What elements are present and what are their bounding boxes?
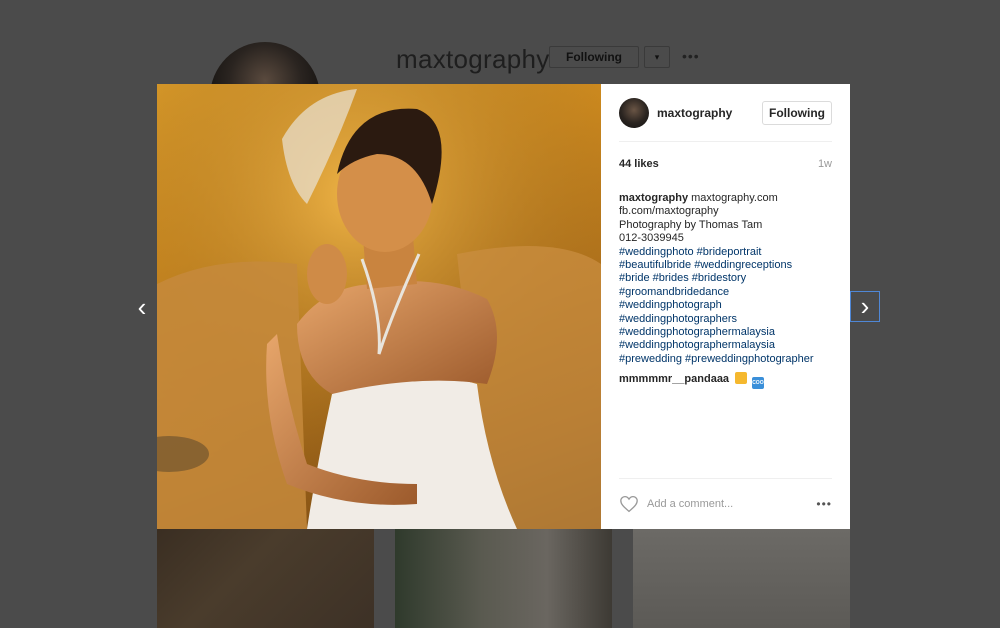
next-post-chevron-icon[interactable]: › [850, 291, 880, 322]
post-sidebar: maxtography Following 44 likes 1w maxtog… [601, 84, 850, 529]
profile-more-icon: ••• [682, 48, 700, 64]
comment-bar: Add a comment... ••• [619, 478, 832, 529]
caption-line: fb.com/maxtography [619, 205, 719, 218]
hashtag-line[interactable]: #weddingphotographermalaysia [619, 326, 832, 339]
profile-dropdown-button: ▾ [644, 46, 670, 68]
caption-author[interactable]: maxtography [619, 192, 688, 204]
author-username[interactable]: maxtography [657, 106, 762, 120]
hashtag-line[interactable]: #bride #brides #bridestory [619, 272, 832, 285]
author-avatar[interactable] [619, 97, 649, 128]
grid-thumbnail [157, 529, 374, 628]
comment-author[interactable]: mmmmmr__pandaaa [619, 373, 729, 385]
following-button[interactable]: Following [762, 100, 832, 125]
profile-following-button: Following [549, 46, 639, 68]
comment: mmmmmr__pandaaa COOL [619, 372, 832, 390]
grid-thumbnail [395, 529, 612, 628]
hashtag-line[interactable]: #weddingphotograph [619, 299, 832, 312]
caption-line: 012-3039945 [619, 232, 684, 245]
thumbs-up-emoji-icon [735, 372, 748, 385]
hashtag-line[interactable]: #groomandbridedance [619, 286, 832, 299]
profile-username: maxtography [396, 44, 550, 74]
grid-thumbnail [633, 529, 850, 628]
post-photo [157, 84, 601, 529]
post-caption: maxtography maxtography.com fb.com/maxto… [619, 192, 832, 366]
hashtag-line[interactable]: #weddingphotographermalaysia [619, 339, 832, 352]
caption-text: maxtography.com [691, 192, 778, 204]
bride-portrait-illustration [157, 84, 601, 529]
likes-count[interactable]: 44 likes [619, 158, 659, 170]
hashtag-line[interactable]: #beautifulbride #weddingreceptions [619, 259, 832, 272]
hashtag-line[interactable]: #weddingphoto #brideportrait [619, 246, 832, 259]
previous-post-chevron-icon[interactable]: ‹ [132, 292, 152, 322]
hashtag-line[interactable]: #weddingphotographers [619, 313, 832, 326]
heart-icon[interactable] [619, 495, 639, 513]
likes-row: 44 likes 1w [619, 156, 832, 172]
add-comment-input[interactable]: Add a comment... [647, 498, 816, 510]
caption-first-line: maxtography maxtography.com [619, 192, 778, 204]
post-timestamp[interactable]: 1w [818, 158, 832, 170]
cool-emoji-icon: COOL [752, 377, 767, 390]
hashtag-line[interactable]: #prewedding #preweddingphotographer [619, 353, 832, 366]
post-modal: maxtography Following 44 likes 1w maxtog… [157, 84, 850, 529]
post-header: maxtography Following [619, 84, 832, 142]
more-options-icon[interactable]: ••• [816, 497, 832, 511]
caption-line: Photography by Thomas Tam [619, 218, 763, 231]
